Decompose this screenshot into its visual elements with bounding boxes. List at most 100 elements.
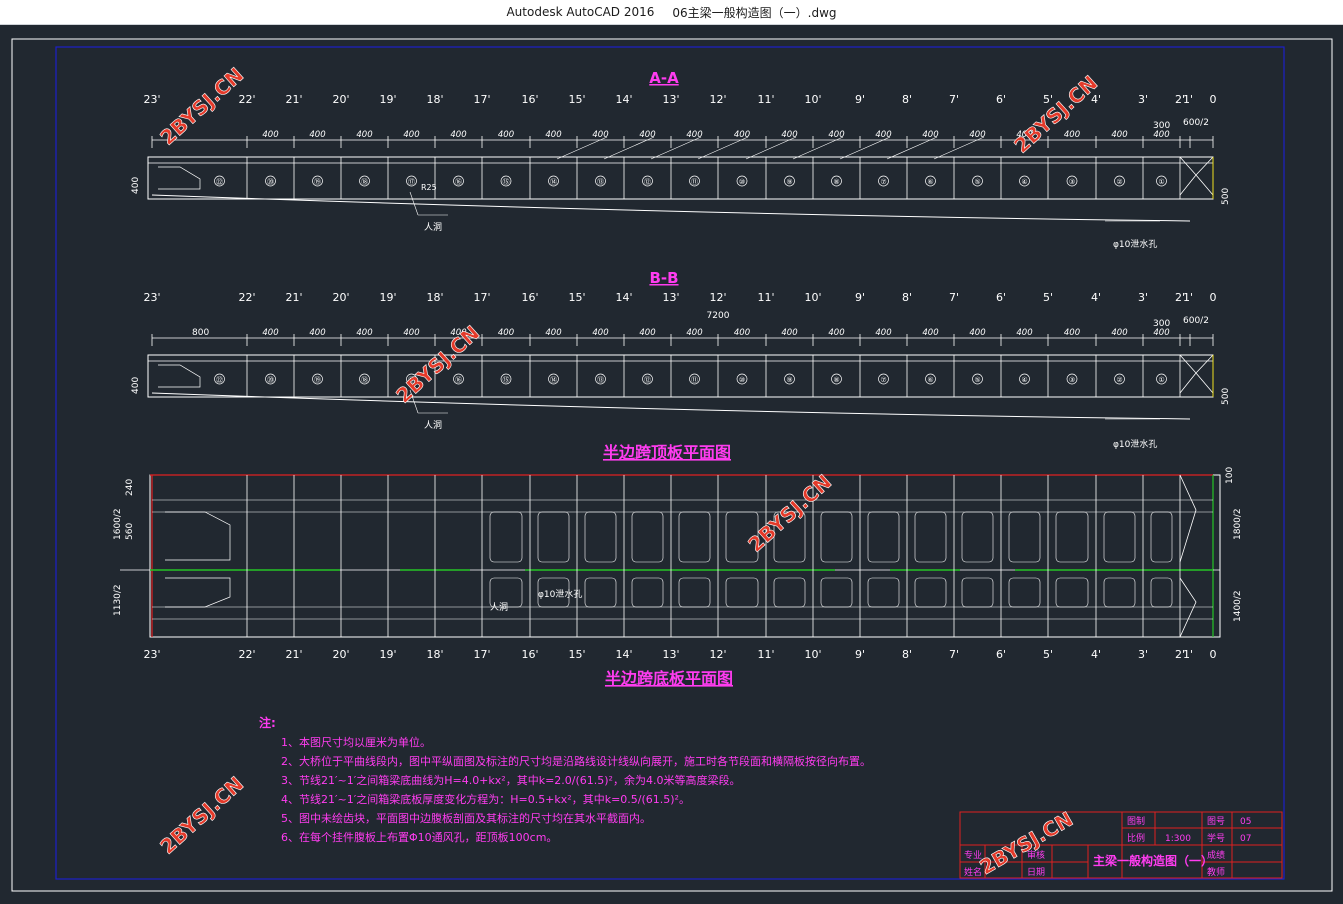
plan-cell — [584, 577, 617, 608]
plan-node-label: 12' — [709, 648, 726, 661]
note-1: 1、本图尺寸均以厘米为单位。 — [281, 735, 431, 749]
aa-manhole-label: 人洞 — [424, 222, 442, 233]
bb-node-label: 23' — [143, 291, 160, 304]
plan-cell — [725, 577, 759, 608]
bb-node-label: 11' — [757, 291, 774, 304]
bb-seg-dim: 400 — [1153, 328, 1169, 338]
aa-segment-number: ② — [1116, 178, 1122, 186]
title-bar: Autodesk AutoCAD 2016 06主梁一般构造图（一）.dwg — [0, 0, 1343, 25]
aa-node-label: 0 — [1210, 93, 1217, 106]
aa-seg-dim: 400 — [1064, 130, 1080, 140]
plan-node-label: 15' — [568, 648, 585, 661]
drawing-canvas[interactable]: A-A B-B 半边跨顶板平面图 半边跨底板平面图 23' 22' 21' 20' 19… — [0, 25, 1343, 900]
plan-node-label: 5' — [1043, 648, 1053, 661]
bb-seg-dim: 400 — [734, 328, 750, 338]
bb-node-label: 20' — [332, 291, 349, 304]
aa-seg-dim: 400 — [1153, 130, 1169, 140]
bb-seg-dim: 400 — [356, 328, 372, 338]
bb-node-label: 7' — [949, 291, 959, 304]
plan-manhole-label: 人洞 — [490, 602, 508, 613]
plan-cell — [584, 511, 617, 563]
app-name: Autodesk AutoCAD 2016 — [506, 5, 655, 19]
plan-drain-label: φ10泄水孔 — [538, 588, 582, 600]
bb-first-dim: 800 — [192, 328, 209, 338]
aa-seg-dim: 400 — [828, 130, 844, 140]
plan-cell — [820, 577, 853, 608]
plan-node-label: 3' — [1138, 648, 1148, 661]
note-4: 4、节线21′~1′之间箱梁底板厚度变化方程为：H=0.5+kx²，其中k=0.… — [281, 792, 690, 806]
aa-node-label: 16' — [521, 93, 538, 106]
aa-segment-number: ⑩ — [739, 178, 745, 186]
aa-node-label: 3' — [1138, 93, 1148, 106]
aa-drain-label: φ10泄水孔 — [1113, 238, 1157, 250]
plan-node-label: 18' — [426, 648, 443, 661]
bb-segment-number: ⑪ — [691, 376, 698, 384]
aa-seg-dim: 400 — [403, 130, 419, 140]
bb-node-label: 15' — [568, 291, 585, 304]
plan-cell — [1055, 577, 1089, 608]
plan-cell — [1103, 577, 1136, 608]
bb-segment-number: ⑫ — [644, 376, 651, 384]
plan-cell — [961, 577, 994, 608]
aa-seg-dim: 400 — [309, 130, 325, 140]
aa-segment-number: ⑨ — [786, 178, 792, 186]
plan-node-label: 6' — [996, 648, 1006, 661]
plan-cell — [820, 511, 853, 563]
bb-node-label: 1' — [1183, 291, 1193, 304]
aa-node-label: 22' — [238, 93, 255, 106]
bb-segment-number: ⑱ — [361, 376, 368, 384]
bb-seg-dim: 400 — [1111, 328, 1127, 338]
plan-node-label: 4' — [1091, 648, 1101, 661]
bb-node-label: 5' — [1043, 291, 1053, 304]
bb-seg-dim: 400 — [262, 328, 278, 338]
bb-node-label: 16' — [521, 291, 538, 304]
aa-node-label: 23' — [143, 93, 160, 106]
bb-seg-dim: 400 — [922, 328, 938, 338]
bb-segment-number: ⑯ — [455, 376, 462, 384]
aa-segment-number: ⑬ — [597, 178, 604, 186]
plan-node-label: 21' — [285, 648, 302, 661]
plan-node-label: 17' — [473, 648, 490, 661]
bb-segment-number: ⑨ — [786, 376, 792, 384]
bb-segment-number: ① — [1158, 376, 1164, 384]
bb-node-label: 12' — [709, 291, 726, 304]
plan-top-title: 半边跨顶板平面图 — [603, 443, 731, 462]
aa-segment-number: ㉒ — [216, 178, 223, 186]
aa-node-label: 6' — [996, 93, 1006, 106]
aa-segment-number: ⑤ — [974, 178, 980, 186]
tb-page: 学号 — [1207, 832, 1225, 844]
bb-node-label: 6' — [996, 291, 1006, 304]
aa-segment-number: ⑳ — [267, 178, 274, 186]
aa-segment-number: ⑲ — [314, 178, 321, 186]
bb-node-label: 0 — [1210, 291, 1217, 304]
aa-node-label: 12' — [709, 93, 726, 106]
plan-dim-right-3: 1400/2 — [1233, 590, 1243, 622]
bb-seg-dim: 400 — [969, 328, 985, 338]
aa-node-label: 1' — [1183, 93, 1193, 106]
aa-segment-number: ⑱ — [361, 178, 368, 186]
bb-segment-number: ⑮ — [503, 376, 510, 384]
plan-cell — [678, 511, 711, 563]
aa-node-label: 10' — [804, 93, 821, 106]
section-bb-title: B-B — [649, 269, 678, 287]
tb-scale-val: 1:300 — [1165, 834, 1191, 844]
bb-segment-number: ② — [1116, 376, 1122, 384]
bb-segment-number: ⑦ — [880, 376, 886, 384]
plan-cell — [961, 511, 994, 563]
bb-segment-number: ③ — [1069, 376, 1075, 384]
bb-node-label: 3' — [1138, 291, 1148, 304]
watermark-5: 2BYSJ.CN — [155, 772, 248, 859]
notes-block: 注: 1、本图尺寸均以厘米为单位。 2、大桥位于平曲线段内，图中平纵面图及标注的… — [259, 715, 871, 844]
plan-node-label: 19' — [379, 648, 396, 661]
aa-seg-dim: 400 — [639, 130, 655, 140]
aa-node-label: 13' — [662, 93, 679, 106]
aa-node-label: 9' — [855, 93, 865, 106]
aa-seg-dim: 400 — [969, 130, 985, 140]
aa-segment-number: ⑫ — [644, 178, 651, 186]
aa-segment-number: ⑯ — [455, 178, 462, 186]
plan-node-label: 22' — [238, 648, 255, 661]
drawing-svg[interactable]: A-A B-B 半边跨顶板平面图 半边跨底板平面图 23' 22' 21' 20' 19… — [0, 25, 1343, 900]
aa-haunch — [158, 166, 201, 190]
plan-node-label: 16' — [521, 648, 538, 661]
plan-cell — [678, 577, 711, 608]
